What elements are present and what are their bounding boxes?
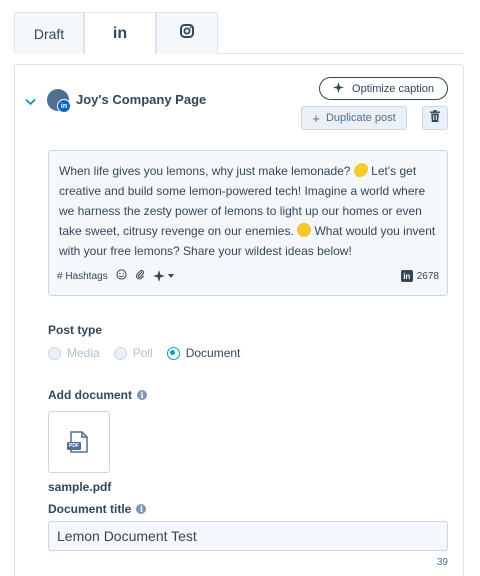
emoji-picker-icon[interactable]	[116, 269, 127, 283]
trash-icon	[430, 109, 440, 127]
lemon-emoji-icon	[353, 163, 368, 177]
document-title-input[interactable]	[48, 521, 448, 551]
radio-button-selected[interactable]	[166, 346, 180, 360]
delete-post-button[interactable]	[422, 106, 448, 130]
tab-instagram[interactable]	[156, 12, 218, 54]
sparkle-icon	[152, 270, 165, 282]
radio-button[interactable]	[113, 346, 127, 360]
character-count: in 2678	[400, 270, 439, 282]
post-text-part-1: When life gives you lemons, why just mak…	[59, 164, 351, 178]
post-text-editor[interactable]: When life gives you lemons, why just mak…	[48, 150, 448, 296]
linkedin-badge-icon: in	[57, 99, 71, 113]
tab-draft-label: Draft	[33, 25, 65, 42]
info-icon[interactable]: i	[136, 504, 147, 514]
radio-label-media: Media	[67, 346, 100, 360]
sparkle-icon	[333, 81, 345, 96]
tab-draft[interactable]: Draft	[14, 12, 84, 54]
hashtags-button[interactable]: # Hashtags	[57, 271, 108, 282]
info-icon[interactable]: i	[137, 390, 147, 400]
radio-button[interactable]	[48, 346, 61, 360]
characters-remaining: 39	[436, 557, 448, 568]
post-type-label: Post type	[48, 323, 103, 337]
chevron-down-icon[interactable]	[25, 93, 36, 111]
ai-assistant-dropdown[interactable]	[152, 270, 174, 282]
tab-linkedin[interactable]: in	[84, 12, 156, 55]
caret-down-icon	[167, 274, 174, 278]
pdf-file-icon: PDF	[67, 431, 88, 453]
post-type-radio-group: Media Poll Document	[48, 346, 240, 360]
pdf-badge: PDF	[67, 442, 81, 450]
radio-label-poll: Poll	[132, 346, 153, 360]
attachment-icon[interactable]	[135, 269, 145, 283]
post-type-document-option[interactable]: Document	[166, 346, 241, 360]
post-type-poll-option[interactable]: Poll	[113, 346, 153, 360]
duplicate-post-label: Duplicate post	[325, 112, 396, 124]
post-card	[14, 64, 464, 576]
winking-face-emoji-icon	[297, 223, 312, 237]
linkedin-icon: in	[112, 24, 128, 42]
add-document-text: Add document	[48, 388, 132, 402]
instagram-icon	[180, 24, 194, 43]
optimize-caption-label: Optimize caption	[352, 82, 434, 95]
add-document-label: Add document i	[48, 388, 147, 402]
optimize-caption-button[interactable]: Optimize caption	[319, 77, 448, 100]
post-text[interactable]: When life gives you lemons, why just mak…	[59, 161, 443, 261]
radio-label-document: Document	[185, 346, 241, 360]
document-thumbnail[interactable]: PDF	[48, 411, 110, 473]
duplicate-post-button[interactable]: + Duplicate post	[301, 106, 407, 130]
account-name: Joy's Company Page	[76, 92, 207, 107]
editor-toolbar: # Hashtags	[57, 269, 174, 283]
channel-tabs: Draft in	[14, 12, 464, 55]
post-type-media-option[interactable]: Media	[48, 346, 100, 360]
document-file-name: sample.pdf	[48, 480, 112, 494]
document-title-label: Document title i	[48, 502, 147, 516]
document-title-text: Document title	[48, 502, 132, 516]
plus-icon: +	[312, 110, 320, 126]
linkedin-icon: in	[400, 270, 413, 282]
character-count-value: 2678	[416, 270, 439, 282]
